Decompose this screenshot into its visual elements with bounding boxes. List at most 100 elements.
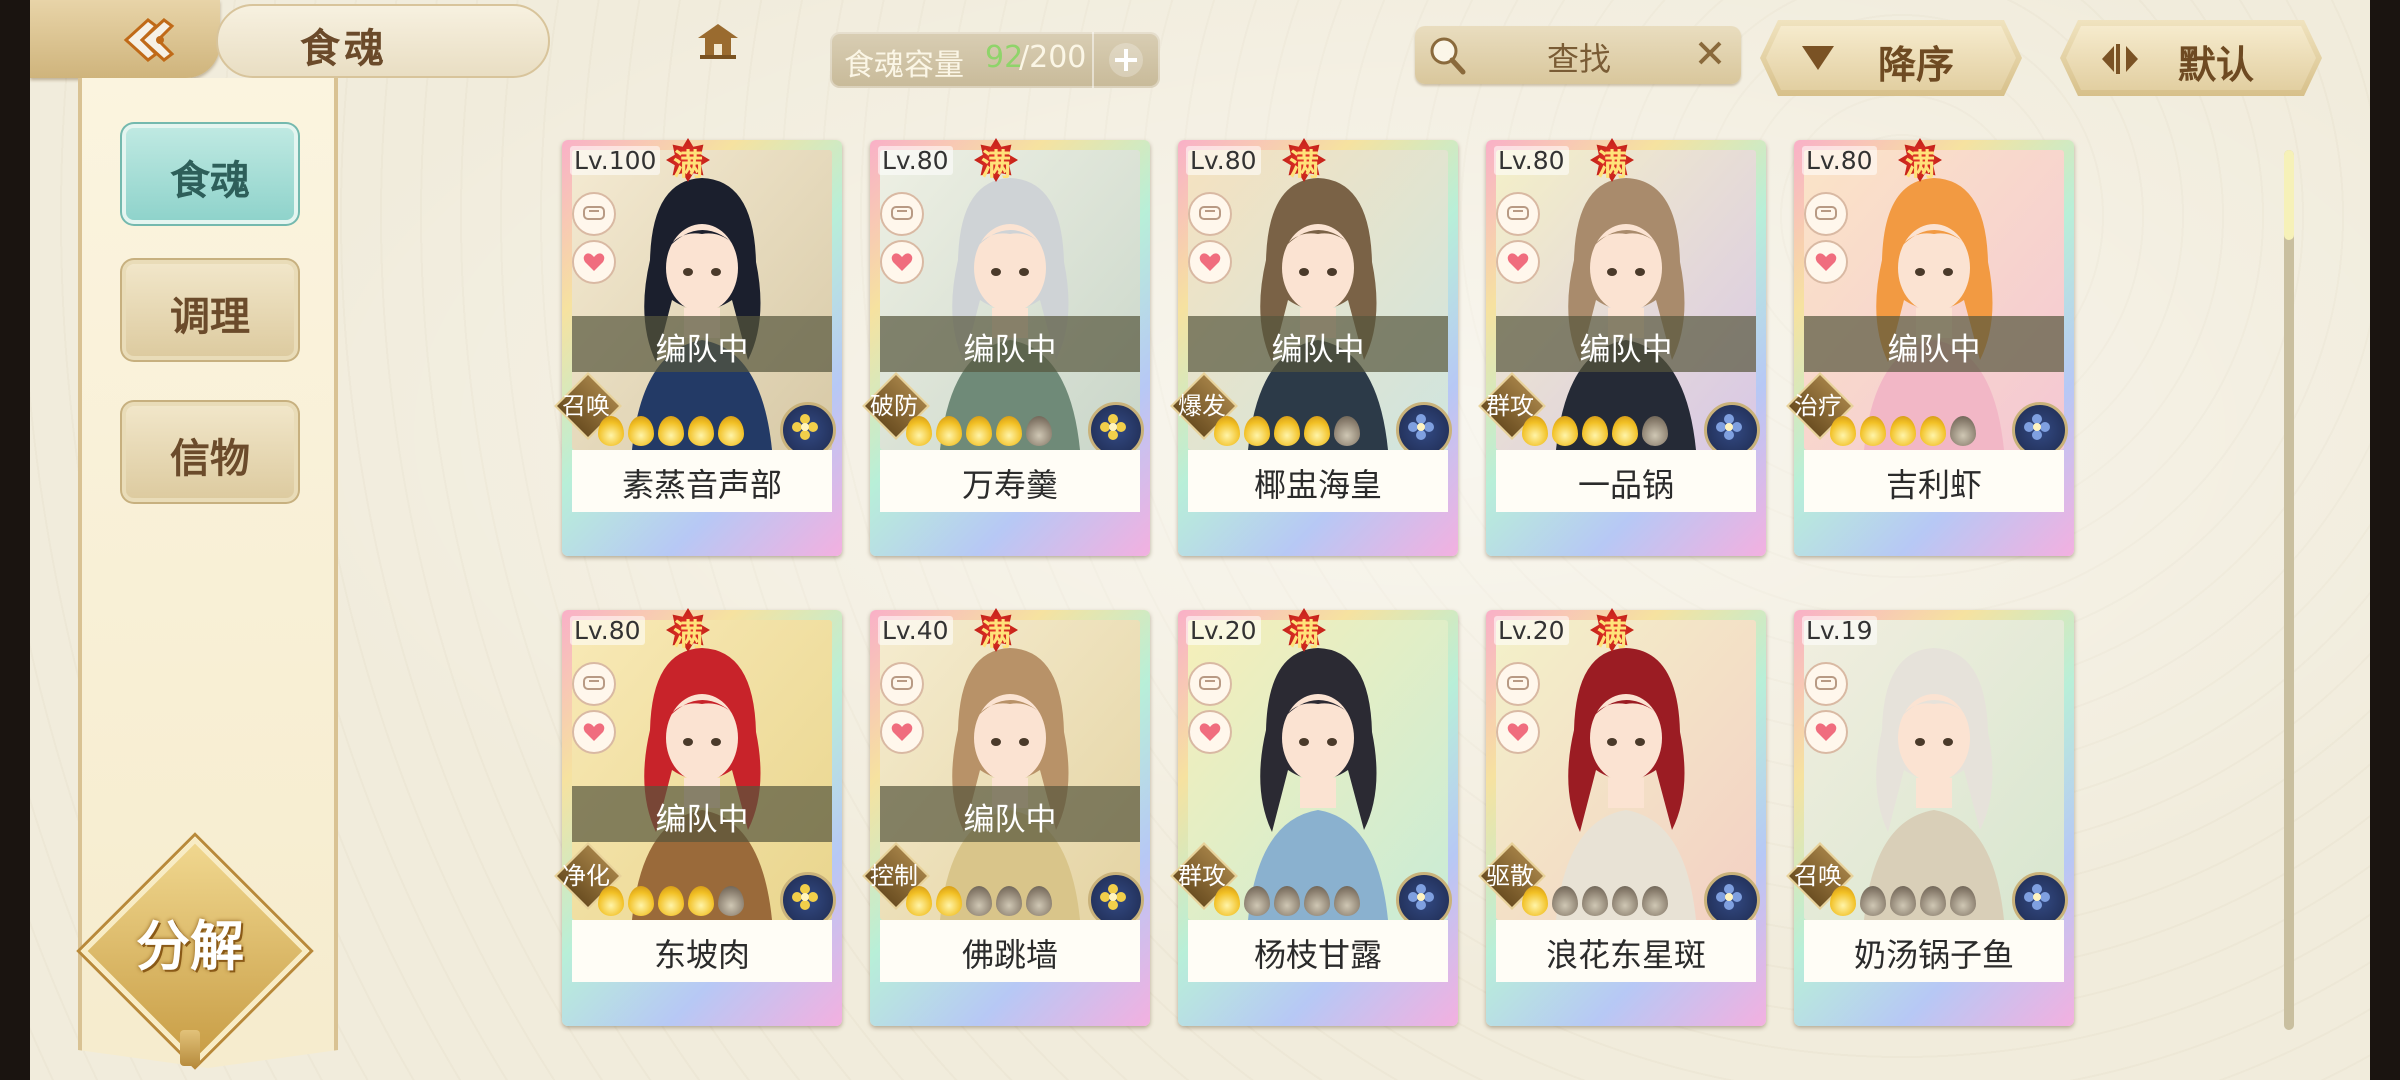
capacity-current: 92 [985,40,1024,75]
face-icon [1199,676,1221,690]
face-icon [583,206,605,220]
top-bar: 食魂 食魂容量 92 /200 查找 降序 默认 [30,0,2370,78]
food-soul-card[interactable]: Lv.80 满 编队中 群攻 一品锅 [1478,138,1766,556]
star-unlit-icon [1304,886,1330,916]
star-unlit-icon [1334,416,1360,446]
full-badge-label: 满 [673,148,703,183]
mood-icon[interactable] [880,192,924,236]
favorite-icon[interactable] [1804,240,1848,284]
name-bar: 佛跳墙 [880,920,1140,982]
food-soul-card[interactable]: Lv.100 满 编队中 召唤 素蒸音声部 [554,138,842,556]
yellow-flower-icon-glyph [792,884,818,910]
full-badge-label: 满 [981,148,1011,183]
star-lit-icon [1582,416,1608,446]
mood-icon[interactable] [1496,662,1540,706]
star-unlit-icon [1950,886,1976,916]
level-label: Lv.80 [1802,146,1877,175]
star-lit-icon [1214,886,1240,916]
mood-icon[interactable] [1496,192,1540,236]
capacity-max: /200 [1019,40,1087,75]
heart-icon [1815,723,1837,741]
favorite-icon[interactable] [1188,240,1232,284]
name-bar: 奶汤锅子鱼 [1804,920,2064,982]
food-soul-card[interactable]: Lv.19 召唤 奶汤锅子鱼 [1786,610,2074,1026]
mood-icon[interactable] [1804,192,1848,236]
tab-tiaoli[interactable]: 调理 [126,264,294,356]
character-name: 椰盅海皇 [1253,466,1382,504]
favorite-icon[interactable] [572,240,616,284]
star-lit-icon [628,886,654,916]
favorite-icon[interactable] [1804,710,1848,754]
mood-icon[interactable] [880,662,924,706]
level-label: Lv.80 [1186,146,1261,175]
yellow-flower-icon-glyph [1100,884,1126,910]
home-icon[interactable] [696,22,740,60]
star-unlit-icon [996,886,1022,916]
heart-icon [891,723,913,741]
in-team-band: 编队中 [572,316,832,372]
level-label: Lv.80 [570,616,645,645]
scrollbar[interactable] [2284,150,2294,1030]
sort-mode-button[interactable]: 默认 [2060,20,2322,96]
character-name: 佛跳墙 [961,936,1058,974]
level-label: Lv.20 [1186,616,1261,645]
food-soul-card[interactable]: Lv.80 满 编队中 治疗 吉利虾 [1786,138,2074,556]
mood-icon[interactable] [1188,662,1232,706]
name-bar: 椰盅海皇 [1188,450,1448,512]
star-unlit-icon [1860,886,1886,916]
mood-icon[interactable] [572,662,616,706]
game-screen: 食魂 食魂容量 92 /200 查找 降序 默认 食魂 调理 信物 分解 Lv.… [30,0,2370,1080]
favorite-icon[interactable] [572,710,616,754]
in-team-label: 编队中 [1579,332,1673,368]
level-label: Lv.19 [1802,616,1877,645]
in-team-band: 编队中 [1188,316,1448,372]
tab-shihun[interactable]: 食魂 [126,128,294,220]
food-soul-card[interactable]: Lv.20 满 驱散 浪花东星斑 [1478,608,1766,1026]
mood-icon[interactable] [572,192,616,236]
star-lit-icon [1890,416,1916,446]
decompose-label[interactable]: 分解 [100,902,280,981]
search-input[interactable]: 查找 [1547,34,1611,80]
tab-xinwu[interactable]: 信物 [126,406,294,498]
star-unlit-icon [1244,886,1270,916]
search-box[interactable]: 查找 [1415,26,1741,84]
scrollbar-thumb[interactable] [2284,150,2294,240]
favorite-icon[interactable] [1496,240,1540,284]
back-arrow-icon [123,18,175,62]
full-badge-label: 满 [1597,618,1627,653]
food-soul-card[interactable]: Lv.80 满 编队中 爆发 椰盅海皇 [1170,138,1458,556]
heart-icon [1815,253,1837,271]
star-unlit-icon [1612,886,1638,916]
heart-icon [1507,723,1529,741]
star-unlit-icon [718,886,744,916]
character-name: 杨枝甘露 [1253,936,1382,974]
expand-capacity-button[interactable] [1092,32,1160,88]
level-label: Lv.40 [878,616,953,645]
back-button[interactable] [30,0,220,78]
favorite-icon[interactable] [1496,710,1540,754]
page-title: 食魂 [300,25,388,72]
food-soul-card[interactable]: Lv.20 满 群攻 杨枝甘露 [1170,608,1458,1026]
in-team-label: 编队中 [1271,332,1365,368]
favorite-icon[interactable] [880,240,924,284]
mood-icon[interactable] [1188,192,1232,236]
star-lit-icon [658,886,684,916]
mood-icon[interactable] [1804,662,1848,706]
character-name: 浪花东星斑 [1545,936,1706,974]
star-unlit-icon [1582,886,1608,916]
plus-icon [1109,43,1143,77]
character-name: 一品锅 [1577,466,1674,504]
favorite-icon[interactable] [1188,710,1232,754]
food-soul-card[interactable]: Lv.80 满 编队中 破防 万寿羹 [862,138,1150,556]
favorite-icon[interactable] [880,710,924,754]
level-label: Lv.80 [878,146,953,175]
star-unlit-icon [1950,416,1976,446]
sort-order-button[interactable]: 降序 [1760,20,2022,96]
heart-icon [583,253,605,271]
name-bar: 杨枝甘露 [1188,920,1448,982]
food-soul-card[interactable]: Lv.80 满 编队中 净化 东坡肉 [554,608,842,1026]
heart-icon [1507,253,1529,271]
food-soul-card[interactable]: Lv.40 满 编队中 控制 佛跳墙 [862,608,1150,1026]
clear-search-icon[interactable] [1695,38,1725,68]
character-name: 素蒸音声部 [621,466,782,504]
